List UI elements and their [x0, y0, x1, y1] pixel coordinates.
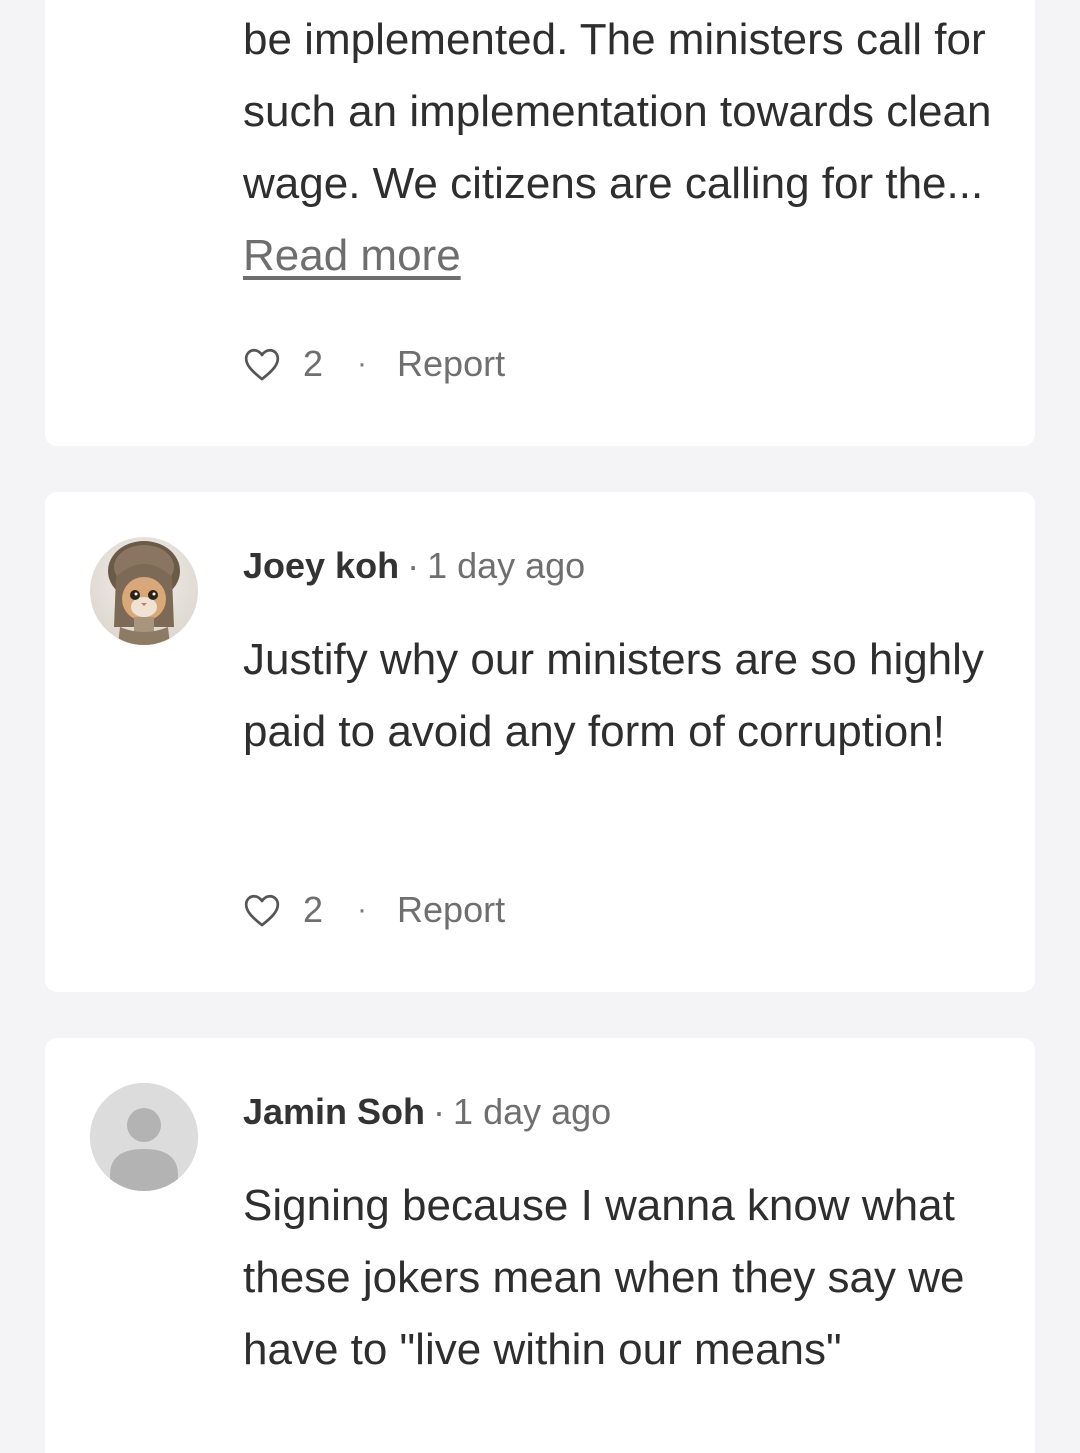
- author-name[interactable]: Joey koh: [243, 545, 399, 586]
- report-link[interactable]: Report: [397, 889, 505, 931]
- comment-meta: Joey koh · 1 day ago: [243, 542, 995, 590]
- read-more-link[interactable]: Read more: [243, 231, 461, 280]
- comment-card: be implemented. The ministers call for s…: [45, 0, 1035, 446]
- comment-body: Signing because I wanna know what these …: [243, 1181, 965, 1374]
- heart-icon: [243, 346, 281, 382]
- meta-separator: ·: [407, 545, 420, 586]
- comment-text: be implemented. The ministers call for s…: [243, 15, 992, 208]
- report-link[interactable]: Report: [397, 343, 505, 385]
- heart-icon: [243, 892, 281, 928]
- like-button[interactable]: 2: [243, 889, 323, 931]
- author-name[interactable]: Jamin Soh: [243, 1091, 425, 1132]
- comment-meta: Jamin Soh · 1 day ago: [243, 1088, 995, 1136]
- meta-separator: ·: [433, 1091, 446, 1132]
- like-count: 2: [303, 343, 324, 384]
- comment-body: be implemented. The ministers call for s…: [243, 4, 995, 292]
- comment-card: Joey koh · 1 day ago Justify why our minis…: [45, 492, 1035, 992]
- separator-dot: ·: [357, 347, 368, 380]
- comment-content: Joey koh · 1 day ago Justify why our minis…: [243, 542, 995, 768]
- comment-actions: 2 · Report: [243, 340, 505, 388]
- comments-feed: be implemented. The ministers call for s…: [0, 0, 1080, 1453]
- cat-photo-avatar[interactable]: [90, 537, 198, 645]
- comment-time: 1 day ago: [453, 1091, 612, 1132]
- comment-content: Jamin Soh · 1 day ago Signing because I wa…: [243, 1088, 995, 1386]
- like-button[interactable]: 2: [243, 343, 323, 385]
- comment-card: Jamin Soh · 1 day ago Signing because I wa…: [45, 1038, 1035, 1453]
- user-silhouette-icon: [90, 1083, 198, 1191]
- default-user-avatar[interactable]: [90, 1083, 198, 1191]
- comment-body: Justify why our ministers are so highly …: [243, 635, 984, 756]
- separator-dot: ·: [357, 893, 368, 926]
- comment-actions: 2 · Report: [243, 886, 505, 934]
- comment-time: 1 day ago: [427, 545, 586, 586]
- like-count: 2: [303, 889, 324, 930]
- comment-body-wrapper: be implemented. The ministers call for s…: [243, 4, 995, 292]
